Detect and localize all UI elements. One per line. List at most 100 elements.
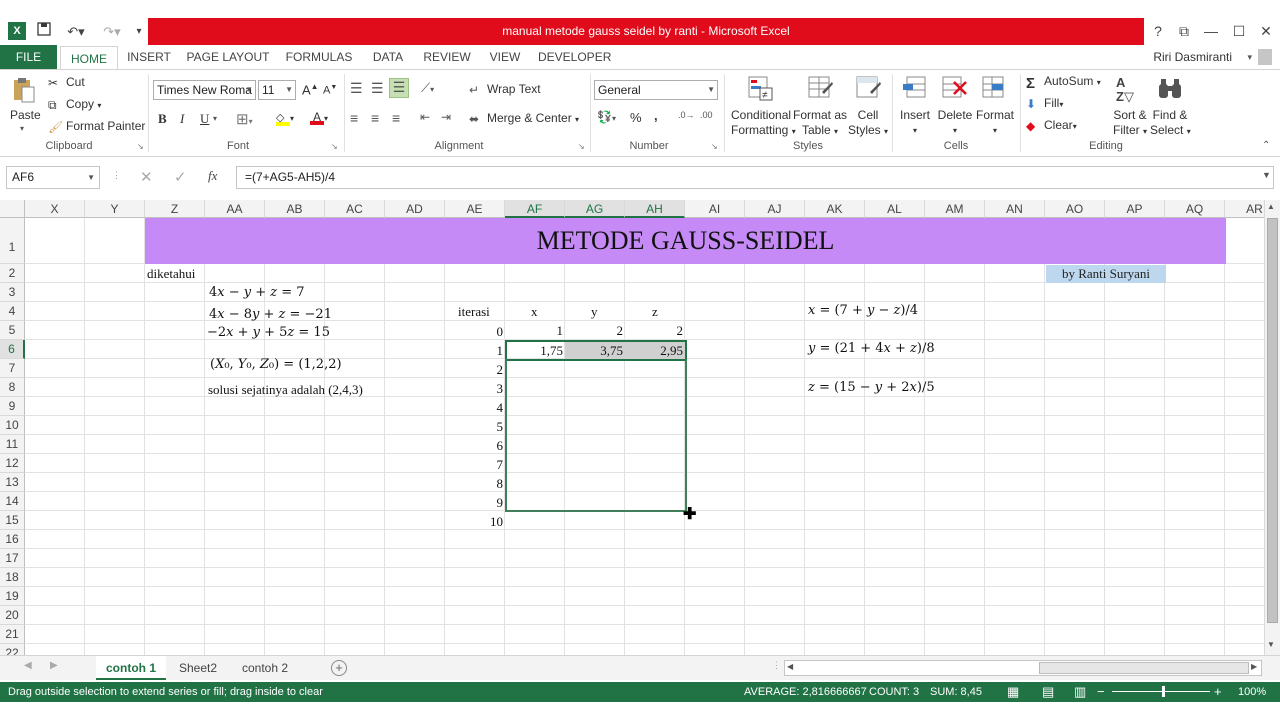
- zoom-slider[interactable]: [1112, 691, 1210, 692]
- row-header-9[interactable]: 9: [0, 397, 25, 416]
- x-header[interactable]: x: [531, 304, 538, 320]
- ribbon-display-icon[interactable]: ⧉: [1172, 20, 1196, 42]
- bold-button[interactable]: B: [158, 111, 167, 127]
- tab-review[interactable]: REVIEW: [422, 45, 472, 69]
- merge-center-button[interactable]: ⬌ Merge & Center ▾: [469, 111, 579, 126]
- close-icon[interactable]: ✕: [1254, 20, 1278, 42]
- insert-function-icon[interactable]: fx: [208, 168, 217, 184]
- fill-color-button[interactable]: ◇ ▾: [276, 110, 294, 126]
- clipboard-launcher-icon[interactable]: ↘: [137, 142, 144, 151]
- row-header-17[interactable]: 17: [0, 549, 25, 568]
- iterasi-header[interactable]: iterasi: [458, 304, 490, 320]
- row-header-20[interactable]: 20: [0, 606, 25, 625]
- font-launcher-icon[interactable]: ↘: [331, 142, 338, 151]
- delete-button[interactable]: Delete ▾: [936, 108, 974, 138]
- orientation-icon[interactable]: ⟋▾: [421, 80, 434, 96]
- zoom-slider-thumb[interactable]: [1162, 686, 1165, 697]
- next-sheet-icon[interactable]: ▶: [50, 660, 58, 671]
- insert-button[interactable]: Insert ▾: [898, 108, 932, 138]
- iteration-number[interactable]: 9: [446, 495, 504, 511]
- row-header-8[interactable]: 8: [0, 378, 25, 397]
- insert-cells-icon[interactable]: [901, 74, 929, 102]
- zoom-level[interactable]: 100%: [1238, 682, 1266, 702]
- tab-formulas[interactable]: FORMULAS: [284, 45, 354, 69]
- scroll-right-icon[interactable]: ▶: [1251, 662, 1257, 671]
- y0-cell[interactable]: 2: [566, 323, 624, 339]
- formula-y[interactable]: 𝑦 = (21 + 4𝑥 + 𝑧)/8: [808, 341, 935, 356]
- row-header-22[interactable]: 22: [0, 644, 25, 655]
- column-header-z[interactable]: Z: [145, 200, 205, 218]
- conditional-formatting-icon[interactable]: ≠: [746, 74, 774, 102]
- enter-icon[interactable]: ✓: [174, 168, 187, 186]
- underline-dropdown-icon[interactable]: ▾: [213, 114, 217, 123]
- save-icon[interactable]: [34, 22, 54, 42]
- iteration-number[interactable]: 6: [446, 438, 504, 454]
- status-sum[interactable]: SUM: 8,45: [930, 682, 982, 702]
- column-header-al[interactable]: AL: [865, 200, 925, 218]
- sheet-tab-contoh-1[interactable]: contoh 1: [96, 656, 166, 680]
- column-header-ao[interactable]: AO: [1045, 200, 1105, 218]
- initial-values[interactable]: (𝑋₀, 𝑌₀, 𝑍₀) = (1,2,2): [210, 357, 342, 372]
- prev-sheet-icon[interactable]: ◀: [24, 660, 32, 671]
- scroll-left-icon[interactable]: ◀: [787, 662, 793, 671]
- scroll-down-icon[interactable]: ▼: [1267, 640, 1275, 649]
- cut-button[interactable]: ✂ Cut: [48, 75, 85, 90]
- align-right-icon[interactable]: ≡: [392, 110, 400, 126]
- iteration-number[interactable]: 3: [446, 381, 504, 397]
- user-name[interactable]: Riri Dasmiranti: [1153, 45, 1232, 69]
- iteration-number[interactable]: 8: [446, 476, 504, 492]
- accounting-format-icon[interactable]: 💱▾: [597, 110, 616, 124]
- format-as-table-icon[interactable]: [806, 74, 834, 102]
- row-header-19[interactable]: 19: [0, 587, 25, 606]
- row-header-2[interactable]: 2: [0, 264, 25, 283]
- row-header-15[interactable]: 15: [0, 511, 25, 530]
- borders-icon[interactable]: ⊞▾: [236, 110, 253, 128]
- column-header-am[interactable]: AM: [925, 200, 985, 218]
- column-header-ar[interactable]: AR: [1225, 200, 1264, 218]
- horizontal-scrollbar[interactable]: ◀ ▶: [784, 660, 1262, 676]
- wrap-text-button[interactable]: ↵ Wrap Text: [469, 82, 541, 97]
- excel-app-icon[interactable]: X: [8, 22, 26, 40]
- format-as-table-button[interactable]: Format as Table ▾: [792, 108, 848, 139]
- conditional-formatting-button[interactable]: Conditional Formatting ▾: [731, 108, 796, 139]
- decrease-decimal-icon[interactable]: .00: [700, 110, 713, 120]
- align-bottom-icon[interactable]: ☰: [389, 78, 409, 98]
- tab-page-layout[interactable]: PAGE LAYOUT: [186, 45, 270, 69]
- tab-developer[interactable]: DEVELOPER: [538, 45, 611, 69]
- column-header-ae[interactable]: AE: [445, 200, 505, 218]
- redo-icon[interactable]: ↷▾: [98, 22, 126, 42]
- row-header-12[interactable]: 12: [0, 454, 25, 473]
- row-header-11[interactable]: 11: [0, 435, 25, 454]
- equation-3[interactable]: −2𝑥 + 𝑦 + 5𝑧 = 15: [207, 325, 330, 340]
- sheet-title[interactable]: METODE GAUSS-SEIDEL: [145, 218, 1226, 264]
- tab-file[interactable]: FILE: [0, 45, 57, 69]
- iteration-number[interactable]: 2: [446, 362, 504, 378]
- status-average[interactable]: AVERAGE: 2,816666667: [744, 682, 867, 702]
- iteration-number[interactable]: 1: [446, 343, 504, 359]
- paste-dropdown-icon[interactable]: ▾: [20, 124, 24, 133]
- paste-button[interactable]: Paste: [10, 108, 41, 122]
- increase-indent-icon[interactable]: ⇥: [441, 110, 451, 124]
- horizontal-scroll-thumb[interactable]: [1039, 662, 1249, 674]
- row-header-5[interactable]: 5: [0, 321, 25, 340]
- increase-decimal-icon[interactable]: .0→: [678, 110, 695, 120]
- column-header-y[interactable]: Y: [85, 200, 145, 218]
- diketahui-label[interactable]: diketahui: [147, 266, 195, 282]
- sort-filter-button[interactable]: Sort & Filter ▾: [1110, 108, 1150, 139]
- row-header-13[interactable]: 13: [0, 473, 25, 492]
- tab-insert[interactable]: INSERT: [126, 45, 172, 69]
- format-cells-icon[interactable]: [980, 74, 1008, 102]
- sheet-tab-contoh-2[interactable]: contoh 2: [230, 656, 300, 680]
- shrink-font-button[interactable]: A▼: [323, 84, 337, 97]
- equation-1[interactable]: 4𝑥 − 𝑦 + 𝑧 = 7: [209, 285, 305, 300]
- column-header-ad[interactable]: AD: [385, 200, 445, 218]
- formula-z[interactable]: 𝑧 = (15 − 𝑦 + 2𝑥)/5: [808, 380, 935, 395]
- column-header-ah[interactable]: AH: [625, 200, 685, 218]
- zoom-out-icon[interactable]: −: [1097, 682, 1105, 702]
- row-header-18[interactable]: 18: [0, 568, 25, 587]
- minimize-icon[interactable]: —: [1199, 20, 1223, 42]
- formula-x[interactable]: 𝑥 = (7 + 𝑦 − 𝑧)/4: [808, 303, 918, 318]
- normal-view-icon[interactable]: ▦: [1007, 682, 1019, 702]
- binoculars-icon[interactable]: [1156, 76, 1184, 104]
- avatar[interactable]: [1258, 49, 1272, 65]
